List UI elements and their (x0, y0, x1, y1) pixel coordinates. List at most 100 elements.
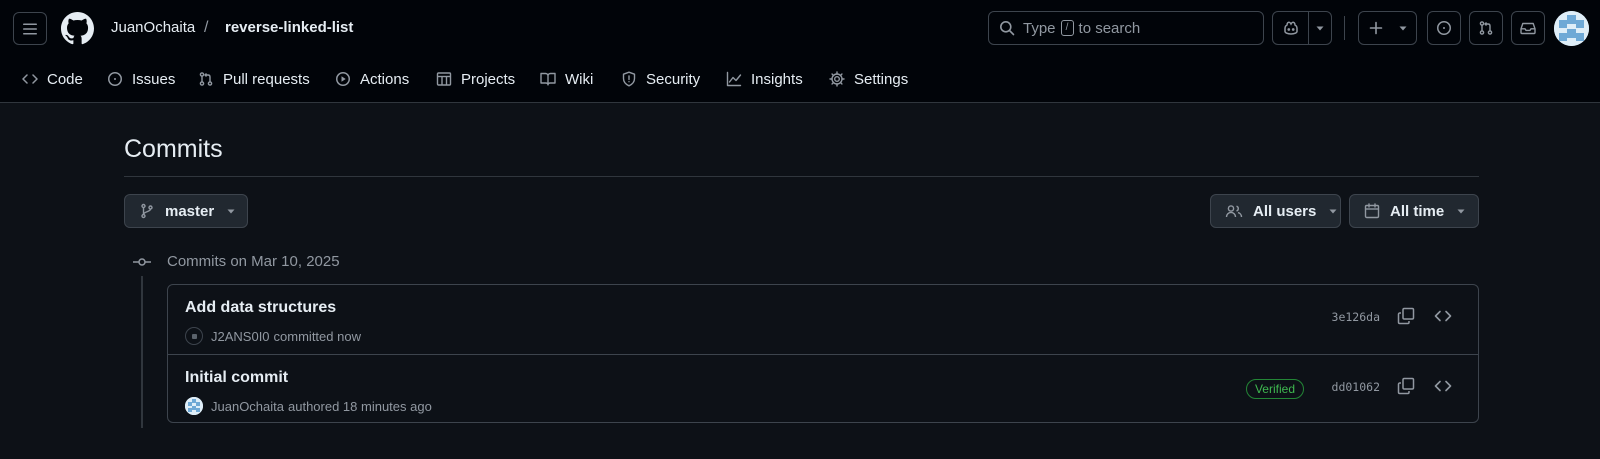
search-placeholder: Type / to search (1023, 20, 1140, 37)
copy-sha-button[interactable] (1397, 307, 1415, 325)
play-icon (336, 72, 350, 86)
users-filter-button[interactable]: All users (1210, 194, 1341, 228)
browse-code-button[interactable] (1434, 377, 1452, 395)
triangle-down-icon (1329, 209, 1337, 214)
branch-name: master (165, 202, 215, 220)
copilot-button-group (1272, 11, 1332, 45)
tab-wiki[interactable]: Wiki (540, 62, 593, 96)
tab-code[interactable]: Code (22, 62, 83, 96)
tab-security-label: Security (646, 70, 701, 88)
commit-author[interactable]: JuanOchaita (211, 399, 284, 414)
tab-pull-requests[interactable]: Pull requests (198, 62, 310, 96)
create-new-button[interactable] (1358, 11, 1417, 45)
commit-action: authored 18 minutes ago (288, 398, 432, 414)
repo-nav: Code Issues Pull requests Actions Projec… (0, 62, 1600, 96)
commit-sha[interactable]: 3e126da (1332, 310, 1380, 324)
copy-icon (1397, 307, 1415, 325)
timeline-line (141, 276, 143, 428)
commit-title[interactable]: Add data structures (185, 299, 336, 317)
commit-action: committed now (273, 328, 361, 344)
avatar[interactable] (185, 327, 203, 345)
browse-code-button[interactable] (1434, 307, 1452, 325)
copy-sha-button[interactable] (1397, 377, 1415, 395)
copilot-icon (1283, 21, 1298, 35)
triangle-down-icon (1316, 26, 1324, 31)
tab-code-label: Code (47, 70, 83, 88)
gear-icon (829, 71, 845, 87)
commit-author[interactable]: J2ANS0I0 (211, 329, 270, 344)
tab-issues[interactable]: Issues (107, 62, 175, 96)
commit-group-heading: Commits on Mar 10, 2025 (167, 253, 340, 270)
triangle-down-icon (1399, 26, 1407, 31)
commit-meta: J2ANS0I0 committed now (185, 327, 361, 345)
pull-requests-button[interactable] (1469, 11, 1503, 45)
title-divider (124, 176, 1479, 177)
branch-select-button[interactable]: master (124, 194, 248, 228)
tab-settings[interactable]: Settings (829, 62, 908, 96)
time-filter-button[interactable]: All time (1349, 194, 1479, 228)
inbox-icon (1520, 22, 1536, 35)
tab-projects[interactable]: Projects (436, 62, 515, 96)
create-new-plus[interactable] (1359, 12, 1392, 44)
table-icon (436, 72, 452, 86)
pull-request-icon (199, 72, 213, 86)
user-avatar[interactable] (1554, 11, 1589, 46)
github-logo-icon[interactable] (61, 12, 94, 45)
tab-wiki-label: Wiki (565, 70, 594, 88)
menu-icon (23, 23, 37, 34)
header-top-row: JuanOchaita / reverse-linked-list Type /… (0, 0, 1600, 56)
tab-insights-label: Insights (751, 70, 803, 88)
tab-pull-requests-label: Pull requests (223, 70, 310, 88)
breadcrumb-owner[interactable]: JuanOchaita (111, 18, 195, 38)
graph-icon (726, 71, 742, 87)
app-header: JuanOchaita / reverse-linked-list Type /… (0, 0, 1600, 103)
tab-projects-label: Projects (461, 70, 516, 88)
calendar-icon (1364, 203, 1380, 219)
search-shortcut-key: / (1060, 20, 1074, 36)
code-icon (22, 74, 38, 84)
issues-button[interactable] (1427, 11, 1461, 45)
avatar[interactable] (185, 397, 203, 415)
page-title: Commits (124, 135, 223, 163)
search-icon (1000, 21, 1015, 36)
search-input[interactable]: Type / to search (988, 11, 1264, 45)
tab-security[interactable]: Security (621, 62, 700, 96)
code-icon (1434, 310, 1452, 322)
menu-button[interactable] (13, 12, 47, 45)
triangle-down-icon (1457, 209, 1465, 214)
identicon-icon (185, 397, 203, 415)
tab-insights[interactable]: Insights (726, 62, 803, 96)
copilot-button[interactable] (1273, 12, 1308, 44)
search-suffix: to search (1078, 19, 1141, 37)
plus-icon (1369, 21, 1382, 35)
git-branch-icon (141, 203, 153, 219)
identicon-icon (1554, 11, 1589, 46)
header-divider (1344, 16, 1345, 40)
breadcrumb-repo[interactable]: reverse-linked-list (225, 18, 353, 38)
code-icon (1434, 380, 1452, 392)
copilot-dropdown[interactable] (1309, 12, 1331, 44)
commit-meta: JuanOchaita authored 18 minutes ago (185, 397, 432, 415)
issues-icon (1437, 21, 1451, 35)
git-commit-icon (133, 258, 151, 266)
commit-sha[interactable]: dd01062 (1332, 380, 1380, 394)
search-prefix: Type (1023, 19, 1056, 37)
verified-badge[interactable]: Verified (1245, 379, 1304, 399)
commit-row: Initial commit JuanOchaita authored 18 m… (168, 354, 1478, 423)
inbox-button[interactable] (1511, 11, 1545, 45)
pull-request-icon (1479, 21, 1493, 35)
tab-issues-label: Issues (132, 70, 176, 88)
copy-icon (1397, 377, 1415, 395)
create-new-dropdown[interactable] (1392, 12, 1414, 44)
commit-title[interactable]: Initial commit (185, 369, 288, 387)
breadcrumb-separator: / (204, 19, 209, 36)
time-filter-label: All time (1390, 202, 1445, 220)
book-icon (540, 72, 556, 86)
tab-actions[interactable]: Actions (335, 62, 409, 96)
issue-icon (108, 72, 122, 86)
commit-row: Add data structures J2ANS0I0 committed n… (168, 285, 1478, 354)
commit-list: Add data structures J2ANS0I0 committed n… (167, 284, 1479, 423)
shield-icon (622, 71, 636, 87)
tab-actions-label: Actions (360, 70, 410, 88)
users-filter-label: All users (1253, 202, 1317, 220)
